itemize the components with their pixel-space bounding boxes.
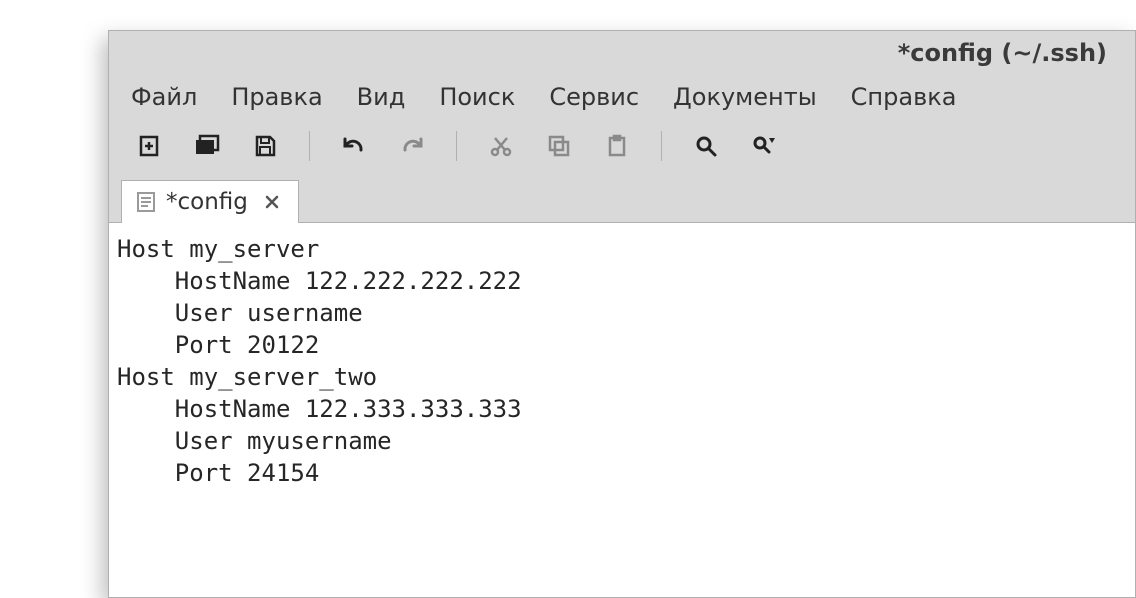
toolbar-separator <box>309 131 310 161</box>
tab-bar: *config <box>109 179 1135 223</box>
document-icon <box>136 191 156 213</box>
menu-search[interactable]: Поиск <box>439 83 515 111</box>
copy-icon[interactable] <box>545 132 573 160</box>
undo-icon[interactable] <box>340 132 368 160</box>
new-file-icon[interactable] <box>135 132 163 160</box>
menubar: Файл Правка Вид Поиск Сервис Документы С… <box>109 75 1135 121</box>
save-file-icon[interactable] <box>251 132 279 160</box>
menu-tools[interactable]: Сервис <box>549 83 639 111</box>
window-title: *config (~/.ssh) <box>898 39 1107 67</box>
toolbar <box>109 121 1135 179</box>
menu-file[interactable]: Файл <box>131 83 197 111</box>
paste-icon[interactable] <box>603 132 631 160</box>
titlebar: *config (~/.ssh) <box>109 31 1135 75</box>
tab-label: *config <box>166 189 248 215</box>
menu-help[interactable]: Справка <box>851 83 957 111</box>
menu-documents[interactable]: Документы <box>673 83 817 111</box>
editor-window: *config (~/.ssh) Файл Правка Вид Поиск С… <box>108 30 1136 598</box>
toolbar-separator <box>456 131 457 161</box>
menu-view[interactable]: Вид <box>357 83 406 111</box>
open-file-icon[interactable] <box>193 132 221 160</box>
find-replace-icon[interactable] <box>750 132 778 160</box>
editor-area[interactable]: Host my_server HostName 122.222.222.222 … <box>109 223 1135 597</box>
toolbar-separator <box>661 131 662 161</box>
redo-icon[interactable] <box>398 132 426 160</box>
tab-config[interactable]: *config <box>121 180 299 223</box>
menu-edit[interactable]: Правка <box>231 83 322 111</box>
close-icon[interactable] <box>264 194 280 210</box>
cut-icon[interactable] <box>487 132 515 160</box>
search-icon[interactable] <box>692 132 720 160</box>
